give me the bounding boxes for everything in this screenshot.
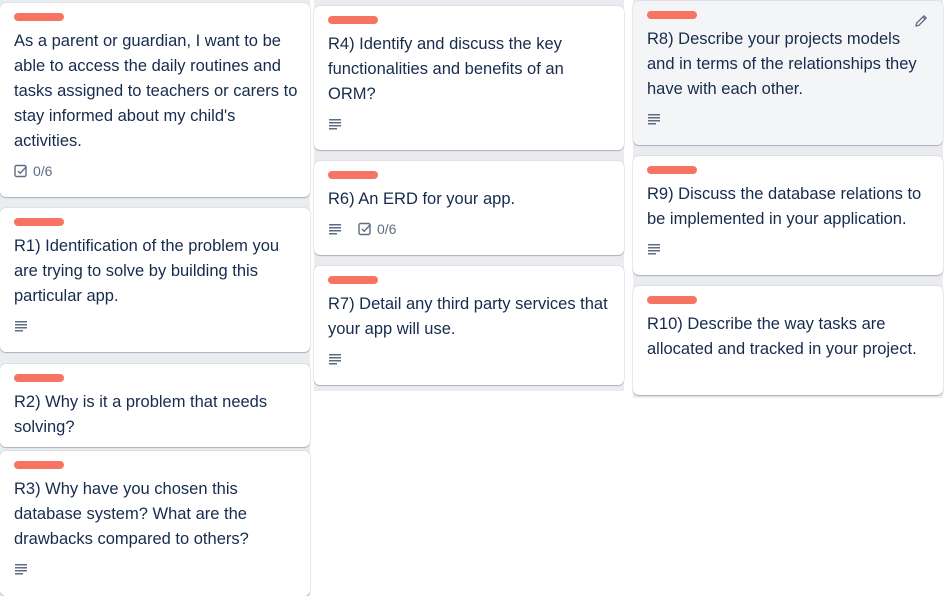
card-badges <box>328 348 612 370</box>
card-title: R6) An ERD for your app. <box>328 190 516 208</box>
checklist-badge: 0/6 <box>358 221 396 237</box>
description-badge <box>14 319 28 333</box>
description-badge <box>14 562 28 576</box>
description-badge <box>328 117 342 131</box>
card-label[interactable] <box>647 166 697 174</box>
description-badge <box>328 352 342 366</box>
card-title: R7) Detail any third party services that… <box>328 295 608 338</box>
checklist-icon <box>14 164 28 178</box>
card-label[interactable] <box>647 296 697 304</box>
description-icon <box>328 222 342 236</box>
checklist-badge: 0/6 <box>14 163 52 179</box>
description-icon <box>328 352 342 366</box>
card-label[interactable] <box>328 276 378 284</box>
card-title: As a parent or guardian, I want to be ab… <box>14 32 298 150</box>
card-r6[interactable]: R6) An ERD for your app. 0/6 <box>314 161 624 255</box>
checklist-count: 0/6 <box>377 221 397 237</box>
card-r3[interactable]: R3) Why have you chosen this database sy… <box>0 451 310 596</box>
card-title: R1) Identification of the problem you ar… <box>14 237 280 305</box>
description-icon <box>14 562 28 576</box>
description-badge <box>647 112 661 126</box>
checklist-count: 0/6 <box>33 163 53 179</box>
description-badge <box>328 222 342 236</box>
card-label[interactable] <box>647 11 697 19</box>
card-badges: 0/6 <box>14 160 298 182</box>
card-title: R10) Describe the way tasks are allocate… <box>647 315 917 358</box>
card-r1[interactable]: R1) Identification of the problem you ar… <box>0 208 310 352</box>
description-badge <box>647 242 661 256</box>
card-label[interactable] <box>328 16 378 24</box>
description-icon <box>647 112 661 126</box>
card-title: R2) Why is it a problem that needs solvi… <box>14 393 268 436</box>
card-label[interactable] <box>14 13 64 21</box>
description-icon <box>328 117 342 131</box>
description-icon <box>14 319 28 333</box>
card-badges <box>647 108 931 130</box>
card-label[interactable] <box>328 171 378 179</box>
card-badges <box>647 238 931 260</box>
card-badges: 0/6 <box>328 218 612 240</box>
card-title: R4) Identify and discuss the key functio… <box>328 35 564 103</box>
card-r2[interactable]: R2) Why is it a problem that needs solvi… <box>0 364 310 447</box>
checklist-icon <box>358 222 372 236</box>
pencil-icon[interactable] <box>913 13 929 29</box>
card-badges <box>14 315 298 337</box>
card-r9[interactable]: R9) Discuss the database relations to be… <box>633 156 943 275</box>
card-r4[interactable]: R4) Identify and discuss the key functio… <box>314 6 624 150</box>
card-label[interactable] <box>14 374 64 382</box>
description-icon <box>647 242 661 256</box>
card-label[interactable] <box>14 218 64 226</box>
card-title: R9) Discuss the database relations to be… <box>647 185 922 228</box>
card-r10[interactable]: R10) Describe the way tasks are allocate… <box>633 286 943 395</box>
card-title: R3) Why have you chosen this database sy… <box>14 480 249 548</box>
card-r8[interactable]: R8) Describe your projects models and in… <box>633 1 943 145</box>
card-badges <box>14 558 298 580</box>
card-badges <box>328 113 612 135</box>
card-label[interactable] <box>14 461 64 469</box>
card-r7[interactable]: R7) Detail any third party services that… <box>314 266 624 385</box>
card-parent-story[interactable]: As a parent or guardian, I want to be ab… <box>0 3 310 197</box>
card-title: R8) Describe your projects models and in… <box>647 30 917 98</box>
